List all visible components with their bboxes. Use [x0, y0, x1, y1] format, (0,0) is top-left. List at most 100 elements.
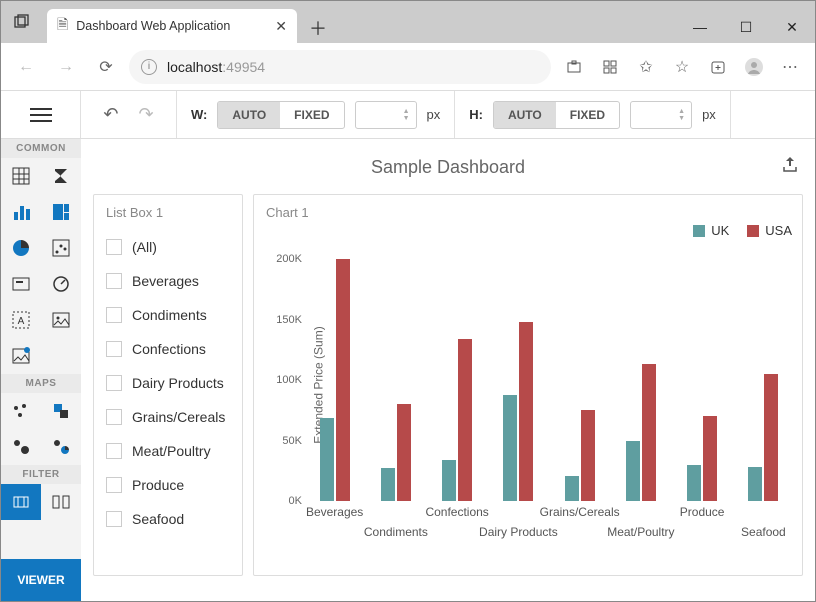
listbox-item[interactable]: Grains/Cereals — [106, 400, 230, 434]
chart-plot-area — [304, 259, 794, 501]
export-icon[interactable] — [781, 155, 799, 178]
forward-button[interactable]: → — [49, 50, 83, 84]
window-close-button[interactable]: ✕ — [769, 11, 815, 43]
menu-icon[interactable]: ⋯ — [773, 50, 807, 84]
listbox-item[interactable]: Beverages — [106, 264, 230, 298]
xtick-label: Grains/Cereals — [540, 505, 620, 519]
bar[interactable] — [458, 339, 472, 501]
text-item-icon[interactable]: A — [1, 302, 41, 338]
bar[interactable] — [442, 460, 456, 501]
listbox-item[interactable]: Seafood — [106, 502, 230, 536]
checkbox-icon[interactable] — [106, 341, 122, 357]
ytick-label: 0K — [289, 495, 302, 507]
bar[interactable] — [503, 395, 517, 501]
checkbox-icon[interactable] — [106, 477, 122, 493]
scatter-item-icon[interactable] — [41, 230, 81, 266]
bar-group — [549, 259, 610, 501]
checkbox-icon[interactable] — [106, 273, 122, 289]
legend-swatch-usa — [747, 225, 759, 237]
listbox-item[interactable]: Meat/Poultry — [106, 434, 230, 468]
image-item-icon[interactable] — [41, 302, 81, 338]
bar-group — [488, 259, 549, 501]
grid-item-icon[interactable] — [1, 158, 41, 194]
listbox-item[interactable]: Confections — [106, 332, 230, 366]
toolbox-section-common: COMMON — [1, 139, 81, 158]
height-mode-toggle[interactable]: AUTO FIXED — [493, 101, 620, 129]
screenshot-icon[interactable] — [557, 50, 591, 84]
height-fixed-option[interactable]: FIXED — [556, 102, 619, 128]
site-info-icon[interactable]: i — [141, 59, 157, 75]
browser-titlebar: 🗎 Dashboard Web Application ✕ ＋ — ☐ ✕ — [1, 1, 815, 43]
listbox-item-label: Grains/Cereals — [132, 409, 225, 425]
favorites-icon[interactable]: ☆ — [665, 50, 699, 84]
browser-tab[interactable]: 🗎 Dashboard Web Application ✕ — [47, 9, 297, 43]
width-input[interactable]: ▲▼ — [355, 101, 417, 129]
new-tab-button[interactable]: ＋ — [303, 13, 333, 43]
listbox-item[interactable]: Condiments — [106, 298, 230, 332]
width-fixed-option[interactable]: FIXED — [280, 102, 343, 128]
bar-chart-item-icon[interactable] — [1, 194, 41, 230]
bar[interactable] — [381, 468, 395, 501]
bar[interactable] — [336, 259, 350, 501]
list-filter-icon[interactable] — [41, 484, 81, 520]
favorites-add-icon[interactable]: ✩ — [629, 50, 663, 84]
height-auto-option[interactable]: AUTO — [494, 102, 556, 128]
chart-title: Chart 1 — [266, 205, 790, 220]
listbox-item[interactable]: Dairy Products — [106, 366, 230, 400]
qr-icon[interactable] — [593, 50, 627, 84]
window-minimize-button[interactable]: — — [677, 11, 723, 43]
width-auto-option[interactable]: AUTO — [218, 102, 280, 128]
viewer-button[interactable]: VIEWER — [1, 559, 81, 601]
undo-button[interactable]: ↶ — [103, 104, 118, 125]
bar[interactable] — [320, 418, 334, 501]
height-input[interactable]: ▲▼ — [630, 101, 692, 129]
bar[interactable] — [764, 374, 778, 501]
checkbox-icon[interactable] — [106, 443, 122, 459]
redo-button[interactable]: ↷ — [139, 104, 154, 125]
listbox-item[interactable]: Produce — [106, 468, 230, 502]
bar[interactable] — [642, 364, 656, 501]
tab-actions-icon[interactable] — [1, 1, 43, 43]
checkbox-icon[interactable] — [106, 511, 122, 527]
bar-group — [304, 259, 365, 501]
range-filter-icon[interactable] — [1, 484, 41, 520]
ytick-label: 200K — [276, 253, 302, 265]
checkbox-icon[interactable] — [106, 409, 122, 425]
bar[interactable] — [581, 410, 595, 501]
gauge-item-icon[interactable] — [41, 266, 81, 302]
hamburger-menu-button[interactable] — [1, 91, 81, 138]
width-label: W: — [191, 107, 207, 122]
width-mode-toggle[interactable]: AUTO FIXED — [217, 101, 344, 129]
bar[interactable] — [703, 416, 717, 501]
treemap-item-icon[interactable] — [41, 194, 81, 230]
listbox-item-label: (All) — [132, 239, 157, 255]
profile-icon[interactable] — [737, 50, 771, 84]
pie-item-icon[interactable] — [1, 230, 41, 266]
checkbox-icon[interactable] — [106, 375, 122, 391]
sigma-item-icon[interactable] — [41, 158, 81, 194]
card-item-icon[interactable] — [1, 266, 41, 302]
choropleth-map-icon[interactable] — [41, 393, 81, 429]
url-input[interactable]: i localhost:49954 — [129, 50, 551, 84]
checkbox-icon[interactable] — [106, 307, 122, 323]
browser-address-bar: ← → ⟳ i localhost:49954 ✩ ☆ ⋯ — [1, 43, 815, 91]
bar[interactable] — [565, 476, 579, 501]
xtick-label: Dairy Products — [479, 525, 558, 539]
back-button[interactable]: ← — [9, 50, 43, 84]
window-maximize-button[interactable]: ☐ — [723, 11, 769, 43]
bar[interactable] — [748, 467, 762, 501]
refresh-button[interactable]: ⟳ — [89, 50, 123, 84]
close-tab-icon[interactable]: ✕ — [275, 18, 287, 35]
geo-point-map-icon[interactable] — [1, 393, 41, 429]
listbox-title: List Box 1 — [106, 205, 230, 220]
bar[interactable] — [519, 322, 533, 501]
listbox-item[interactable]: (All) — [106, 230, 230, 264]
bar[interactable] — [397, 404, 411, 501]
bound-image-item-icon[interactable] — [1, 338, 41, 374]
collections-icon[interactable] — [701, 50, 735, 84]
bar[interactable] — [626, 441, 640, 502]
bubble-map-icon[interactable] — [1, 429, 41, 465]
checkbox-icon[interactable] — [106, 239, 122, 255]
pie-map-icon[interactable] — [41, 429, 81, 465]
bar[interactable] — [687, 465, 701, 501]
